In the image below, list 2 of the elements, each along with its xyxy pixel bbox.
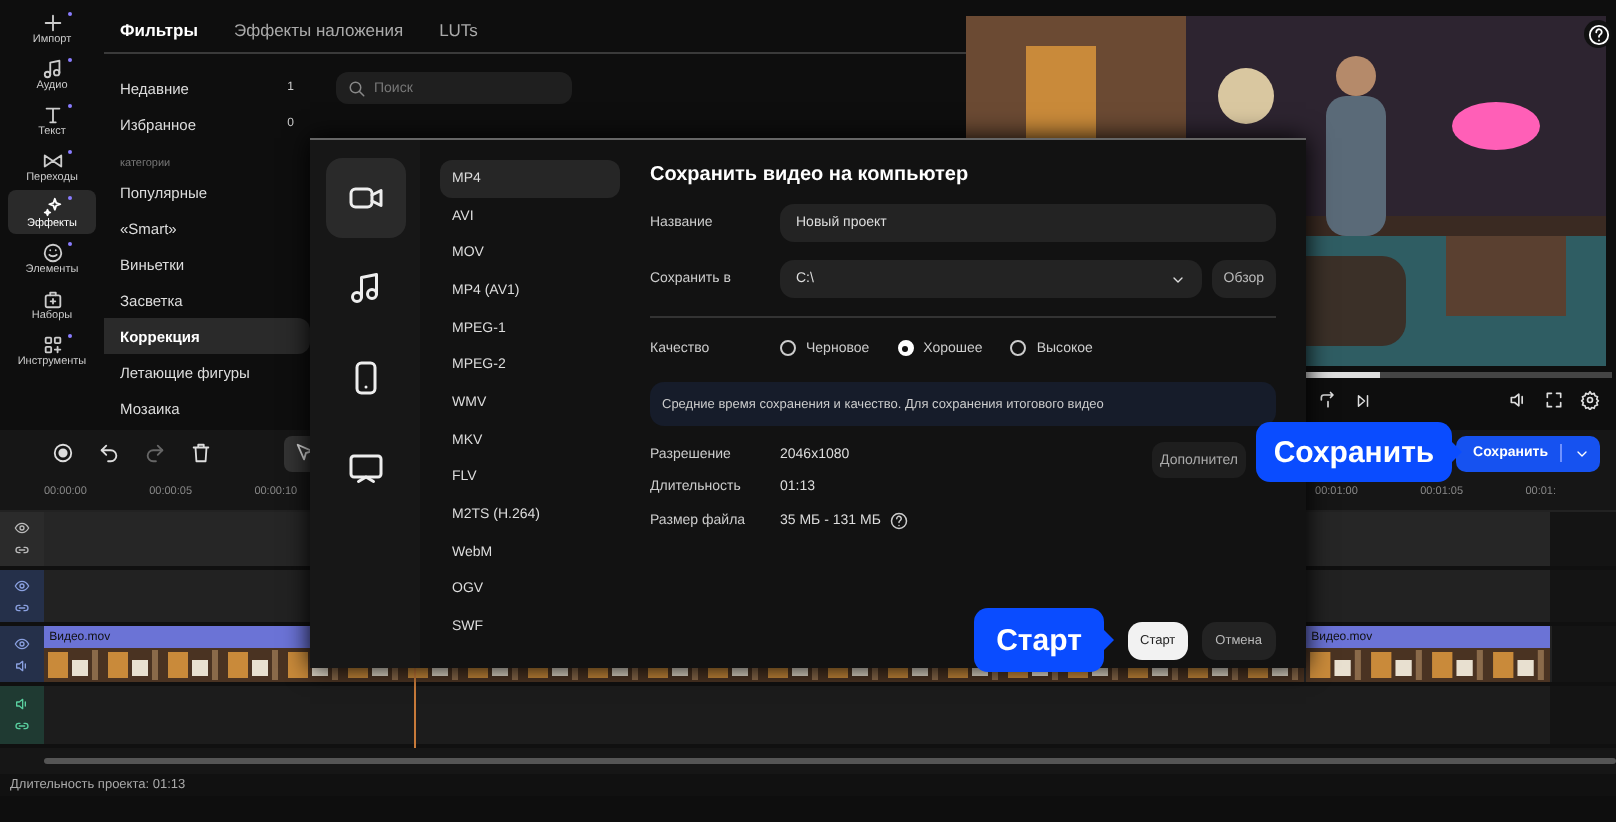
callout: Сохранить xyxy=(1256,422,1452,482)
dialog-title: Сохранить видео на компьютер xyxy=(650,164,971,186)
